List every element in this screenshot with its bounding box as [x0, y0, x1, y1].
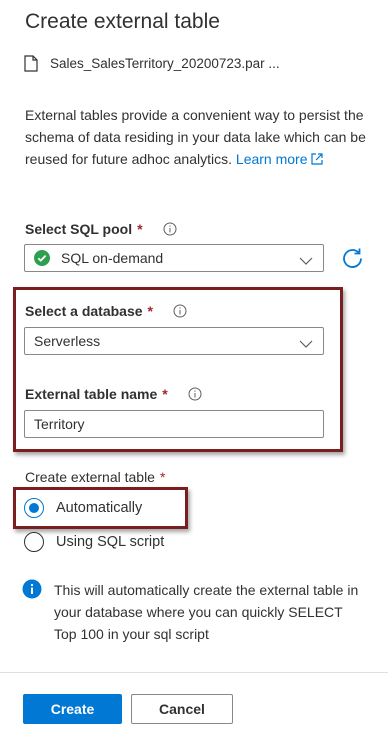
table-name-input[interactable]: Territory: [24, 410, 324, 438]
refresh-icon[interactable]: [341, 247, 364, 270]
sql-pool-select[interactable]: SQL on-demand: [24, 244, 324, 272]
required-mark: *: [162, 386, 168, 402]
radio-button[interactable]: [24, 532, 44, 552]
table-name-label: External table name *: [25, 386, 202, 402]
info-icon[interactable]: [173, 304, 187, 318]
database-label-text: Select a database: [25, 303, 143, 319]
info-icon[interactable]: [163, 222, 177, 236]
database-select[interactable]: Serverless: [24, 327, 324, 355]
database-value: Serverless: [34, 333, 101, 349]
file-name: Sales_SalesTerritory_20200723.par ...: [50, 56, 280, 71]
info-note: This will automatically create the exter…: [22, 579, 362, 645]
table-name-label-text: External table name: [25, 386, 158, 402]
database-label: Select a database *: [25, 303, 187, 319]
file-row: Sales_SalesTerritory_20200723.par ...: [24, 55, 280, 72]
sql-pool-label: Select SQL pool *: [25, 221, 177, 237]
table-name-value: Territory: [34, 416, 85, 432]
chevron-down-icon: [299, 336, 313, 352]
learn-more-link[interactable]: Learn more: [236, 151, 323, 167]
sql-pool-value: SQL on-demand: [61, 250, 164, 266]
info-filled-icon: [22, 579, 42, 645]
learn-more-label: Learn more: [235, 151, 308, 167]
info-icon[interactable]: [188, 387, 202, 401]
radio-automatically-label: Automatically: [56, 500, 143, 516]
document-icon: [24, 55, 38, 72]
create-mode-label-text: Create external table: [25, 469, 155, 485]
radio-button-selected[interactable]: [24, 498, 44, 518]
chevron-down-icon: [299, 253, 313, 269]
required-mark: *: [137, 221, 143, 237]
check-circle-icon: [34, 250, 50, 266]
radio-sql-script[interactable]: Using SQL script: [24, 532, 164, 552]
create-mode-label: Create external table *: [25, 469, 165, 485]
create-button[interactable]: Create: [23, 694, 122, 724]
panel-title: Create external table: [25, 10, 220, 33]
cancel-button[interactable]: Cancel: [131, 694, 233, 724]
required-mark: *: [159, 469, 166, 485]
description: External tables provide a convenient way…: [25, 104, 370, 170]
radio-sql-script-label: Using SQL script: [56, 534, 165, 550]
radio-automatically[interactable]: Automatically: [24, 498, 142, 518]
info-note-text: This will automatically create the exter…: [54, 582, 359, 642]
required-mark: *: [147, 303, 153, 319]
sql-pool-label-text: Select SQL pool: [25, 221, 133, 237]
external-link-icon: [310, 153, 323, 165]
footer-divider: [0, 672, 388, 673]
